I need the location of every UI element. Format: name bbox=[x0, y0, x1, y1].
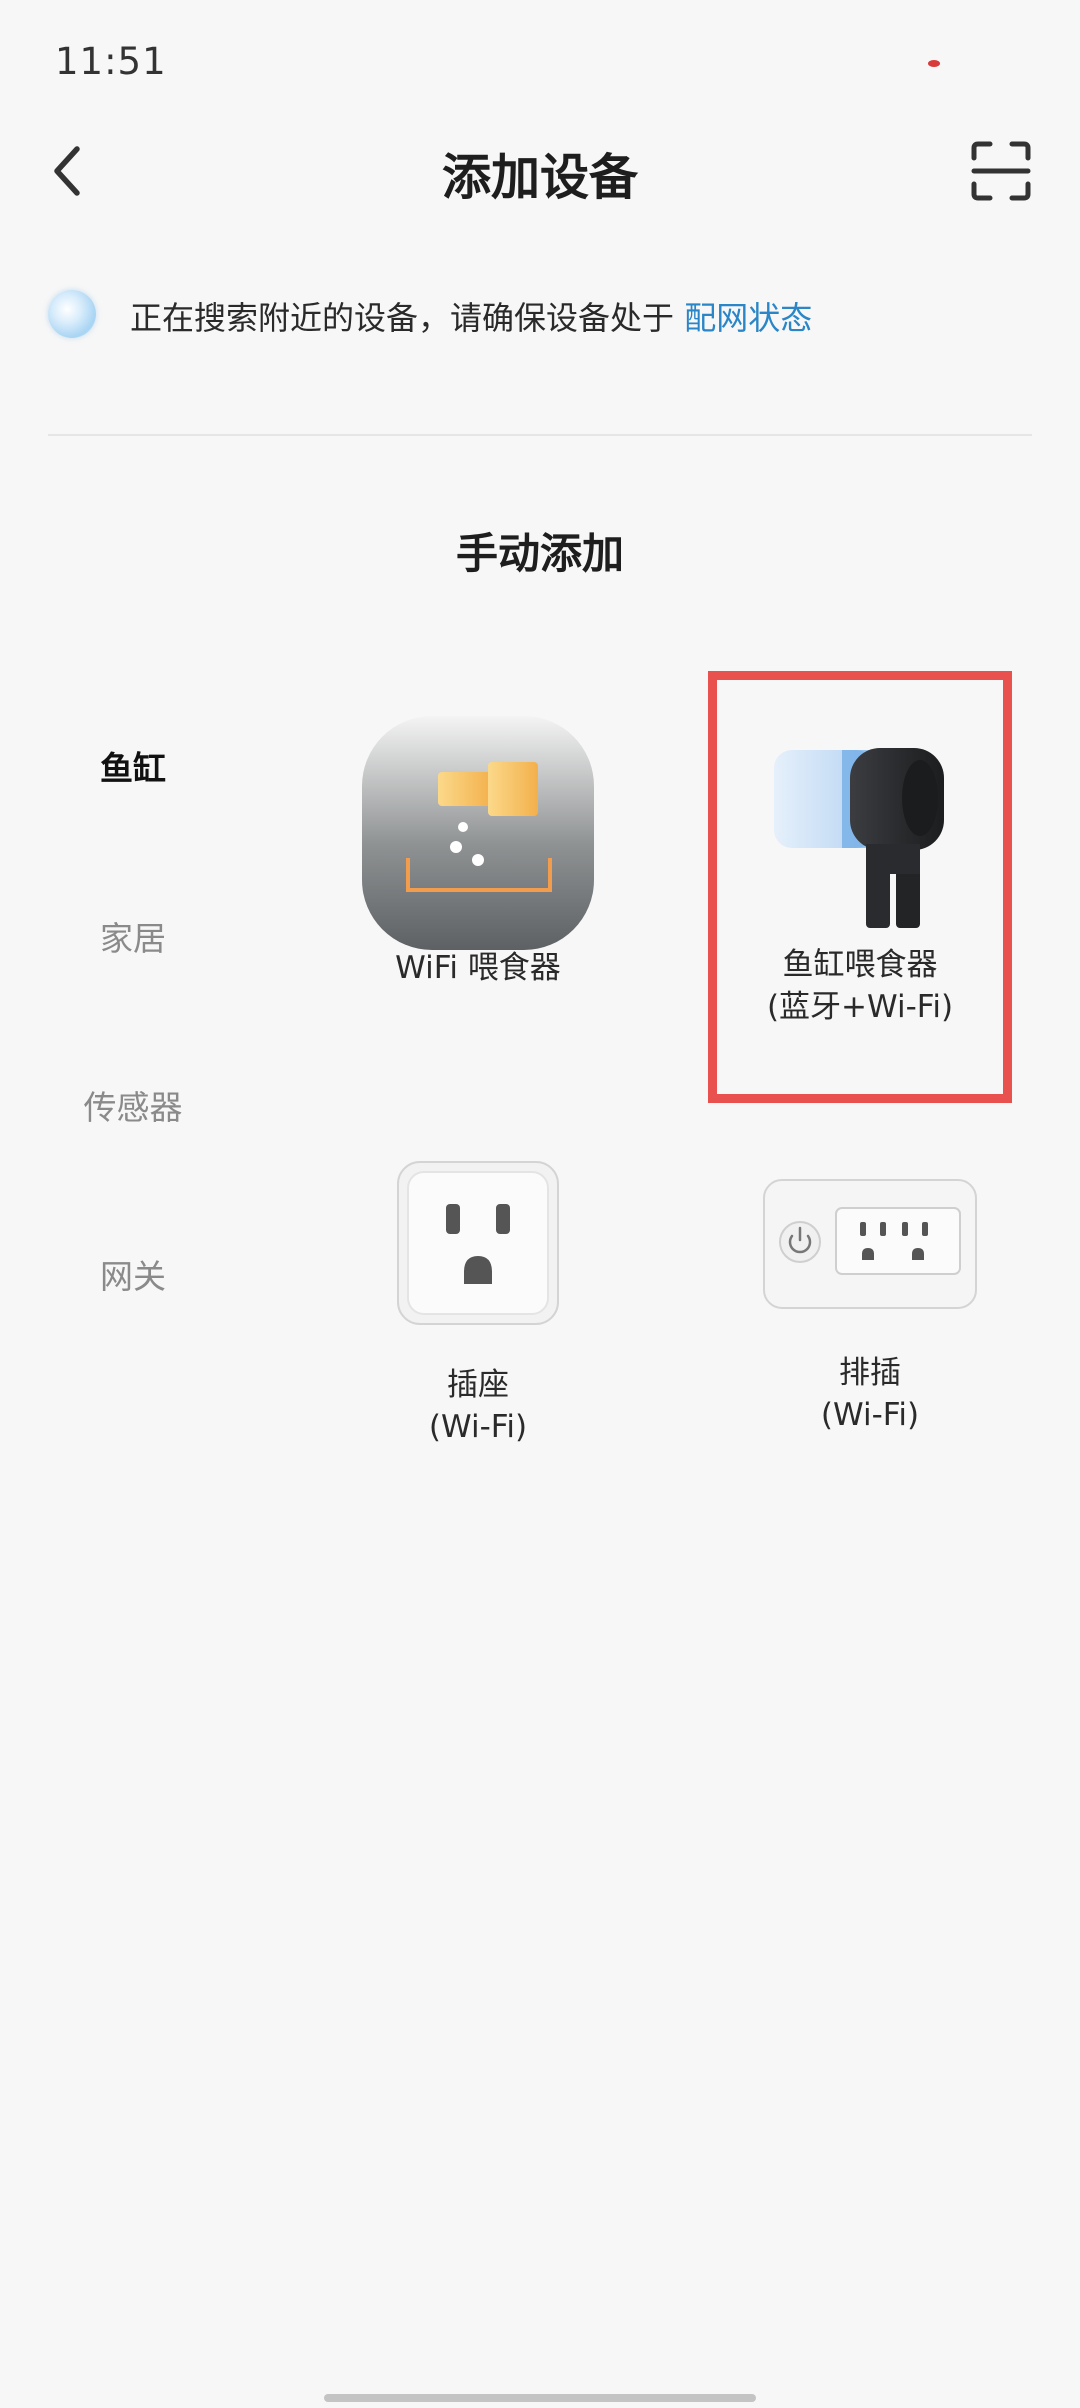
status-time: 11:51 bbox=[55, 40, 167, 83]
aquarium-feeder-icon bbox=[774, 748, 944, 928]
device-label: 排插 bbox=[839, 1355, 901, 1391]
section-title: 手动添加 bbox=[455, 529, 624, 578]
socket-icon bbox=[397, 1161, 559, 1325]
scan-frame-icon bbox=[971, 141, 1031, 201]
network-mode-link[interactable]: 配网状态 bbox=[684, 299, 812, 337]
scan-button[interactable] bbox=[970, 140, 1032, 202]
category-home[interactable]: 家居 bbox=[0, 912, 266, 960]
device-aquarium-feeder[interactable]: 鱼缸喂食器 (蓝牙+Wi-Fi) bbox=[720, 740, 1000, 1028]
wifi-feeder-icon bbox=[362, 716, 594, 950]
device-label: WiFi 喂食器 bbox=[395, 950, 561, 986]
home-indicator[interactable] bbox=[324, 2394, 756, 2402]
notification-dot-icon bbox=[928, 60, 940, 67]
screen: 11:51 添加设备 正在搜索附近的设备，请确保设备处于 配网状态 手动添加 鱼… bbox=[0, 0, 1080, 2408]
device-label-sub: (Wi-Fi) bbox=[428, 1409, 528, 1445]
device-label: 插座 bbox=[447, 1367, 509, 1403]
device-wifi-feeder[interactable]: WiFi 喂食器 bbox=[328, 714, 628, 989]
device-label-sub: (蓝牙+Wi-Fi) bbox=[766, 989, 954, 1025]
category-gateway[interactable]: 网关 bbox=[0, 1250, 266, 1298]
divider bbox=[48, 434, 1032, 436]
search-notice: 正在搜索附近的设备，请确保设备处于 配网状态 bbox=[130, 293, 812, 339]
device-power-strip[interactable]: 排插 (Wi-Fi) bbox=[720, 1178, 1020, 1436]
device-label-sub: (Wi-Fi) bbox=[820, 1397, 920, 1433]
category-sensor[interactable]: 传感器 bbox=[0, 1081, 266, 1129]
page-title: 添加设备 bbox=[441, 149, 638, 206]
device-label: 鱼缸喂食器 bbox=[782, 947, 938, 983]
search-notice-text: 正在搜索附近的设备，请确保设备处于 bbox=[130, 299, 685, 337]
device-socket[interactable]: 插座 (Wi-Fi) bbox=[328, 1160, 628, 1448]
category-aquarium[interactable]: 鱼缸 bbox=[0, 742, 266, 790]
power-strip-icon bbox=[763, 1179, 977, 1309]
searching-spinner-icon bbox=[48, 290, 96, 338]
